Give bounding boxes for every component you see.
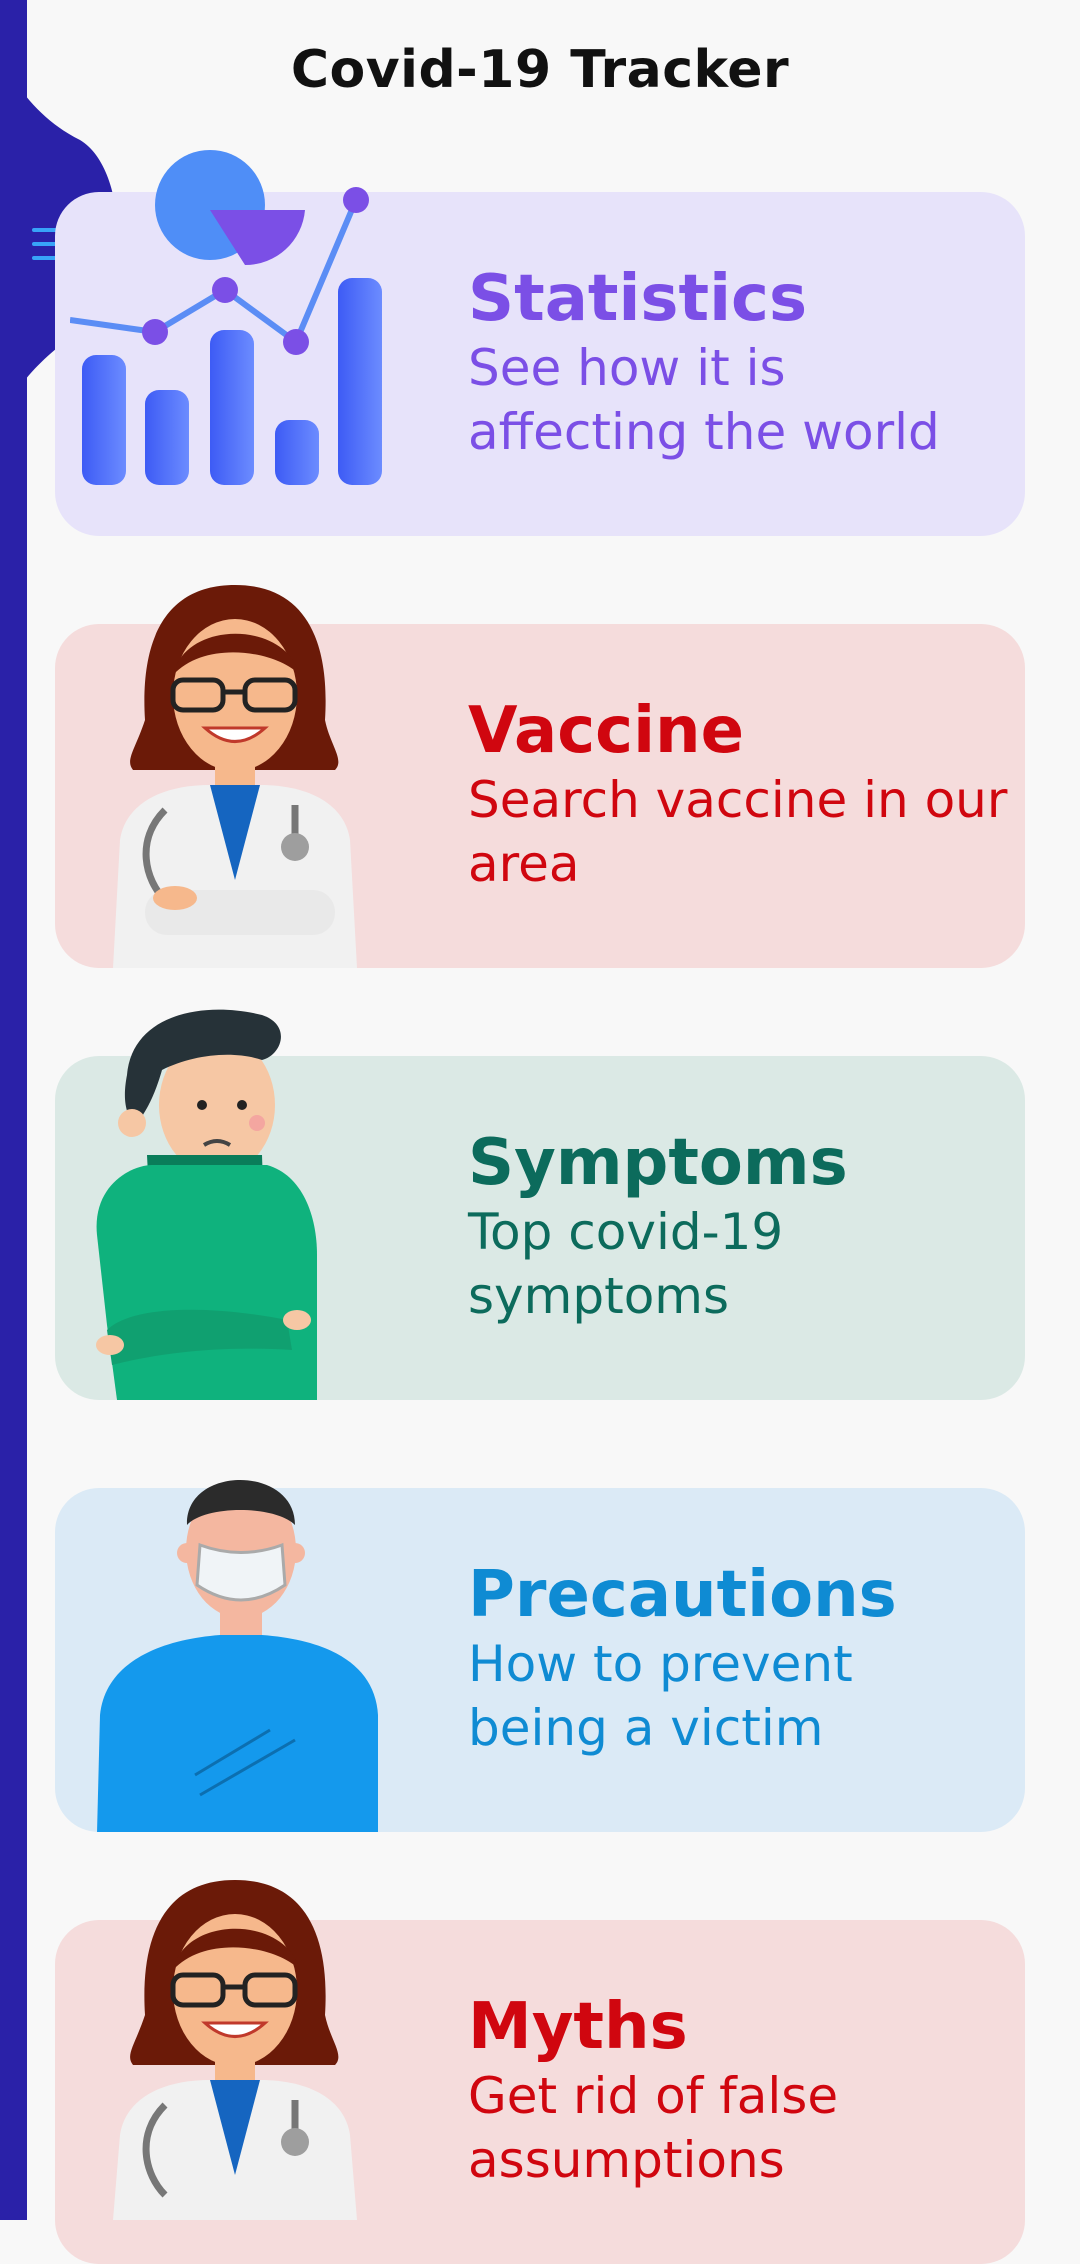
card-title: Symptoms <box>468 1126 848 1200</box>
card-description: See how it is affecting the world <box>468 339 940 461</box>
doctor-illustration <box>113 1880 357 2220</box>
masked-person-illustration <box>97 1480 378 1832</box>
card-title: Vaccine <box>468 694 744 768</box>
card-description: Top covid-19 symptoms <box>468 1203 784 1325</box>
card-description: Search vaccine in our area <box>468 771 1008 893</box>
card-title: Statistics <box>468 262 808 336</box>
card-title: Myths <box>468 1990 688 2064</box>
card-title: Precautions <box>468 1558 897 1632</box>
card-description: Get rid of false assumptions <box>468 2067 839 2189</box>
sick-person-illustration <box>96 1009 317 1400</box>
doctor-illustration <box>113 585 357 968</box>
card-description: How to prevent being a victim <box>468 1635 853 1757</box>
bar-chart-illustration <box>70 150 382 485</box>
page-title: Covid-19 Tracker <box>290 40 790 100</box>
